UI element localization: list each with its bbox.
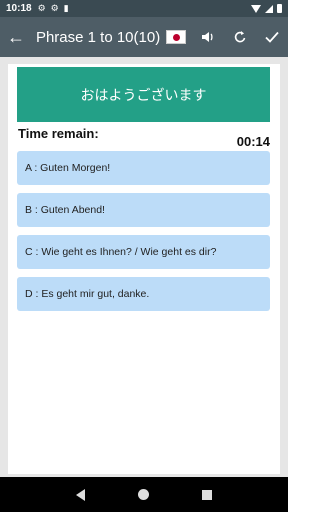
gear-icon: ⚙ <box>50 3 59 13</box>
status-time: 10:18 <box>6 3 32 14</box>
page-title: Phrase 1 to 10(10) <box>35 28 161 46</box>
answer-option-d[interactable]: D : Es geht mir gut, danke. <box>17 277 270 311</box>
answer-option-a[interactable]: A : Guten Morgen! <box>17 151 270 185</box>
answer-option-b[interactable]: B : Guten Abend! <box>17 193 270 227</box>
system-nav-bar <box>0 477 288 512</box>
wifi-icon <box>251 4 261 13</box>
language-flag-button[interactable] <box>160 17 192 57</box>
timer-label: Time remain: <box>18 126 99 141</box>
japan-flag-icon <box>166 30 187 44</box>
arrow-left-icon[interactable]: ← <box>0 27 32 48</box>
sim-icon: ▮ <box>63 3 69 13</box>
timer-value: 00:14 <box>236 134 270 149</box>
nav-recents-icon[interactable] <box>201 489 212 500</box>
replay-icon[interactable] <box>224 17 256 57</box>
status-bar: 10:18 ⚙ ⚙ ▮ <box>0 0 288 17</box>
nav-back-icon[interactable] <box>76 488 86 501</box>
signal-icon <box>265 4 273 13</box>
answer-option-c[interactable]: C : Wie geht es Ihnen? / Wie geht es dir… <box>17 235 270 269</box>
battery-icon <box>277 4 282 13</box>
nav-home-icon[interactable] <box>137 489 149 500</box>
gear-icon: ⚙ <box>37 3 46 13</box>
volume-icon[interactable] <box>192 17 224 57</box>
check-icon[interactable] <box>256 17 288 57</box>
app-bar: ← Phrase 1 to 10(10) <box>0 17 288 57</box>
question-box: おはようございます <box>17 67 270 122</box>
